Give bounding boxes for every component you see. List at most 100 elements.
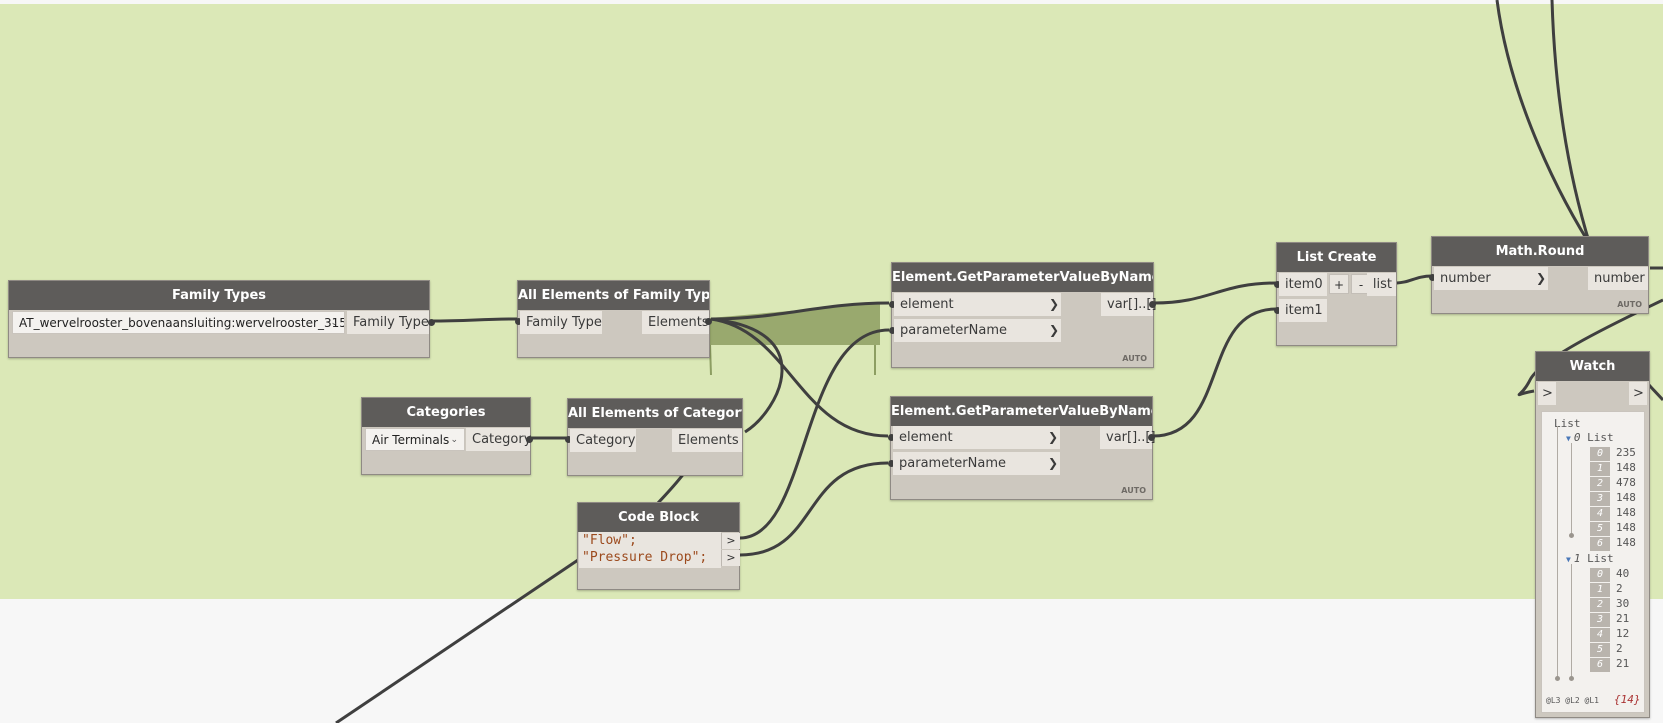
chevron-right-icon: ❯ — [1047, 456, 1058, 470]
item-value: 148 — [1616, 536, 1636, 549]
node-math-round[interactable]: Math.Round number ❯ number AUTO — [1429, 236, 1649, 314]
dropdown-value: AT_wervelrooster_bovenaansluiting:wervel… — [19, 316, 345, 330]
node-title: All Elements of Category — [568, 399, 742, 428]
output-port-dot[interactable] — [526, 436, 533, 443]
node-code-block[interactable]: Code Block "Flow"; "Pressure Drop"; > > — [577, 502, 740, 590]
chevron-right-icon: ❯ — [1535, 271, 1546, 285]
watch-item: 1 148 — [1590, 461, 1636, 476]
output-port-var[interactable]: var[]..[] — [1101, 293, 1157, 316]
output-port-elements[interactable]: Elements — [642, 311, 709, 334]
output-port-dot[interactable] — [1149, 301, 1156, 308]
node-list-create[interactable]: List Create item0 + - list item1 — [1274, 242, 1397, 346]
watch-item: 6 21 — [1590, 657, 1630, 672]
watch-output-port[interactable]: > — [1629, 382, 1647, 405]
sublist-index: 1 — [1573, 552, 1581, 565]
sublist-index: 0 — [1573, 431, 1581, 444]
watch-item: 2 478 — [1590, 476, 1636, 491]
collapse-triangle-icon[interactable]: ▼ — [1566, 434, 1571, 443]
item-index: 5 — [1590, 522, 1610, 536]
sublist-label: List — [1587, 431, 1614, 444]
dynamo-canvas[interactable]: Family Types AT_wervelrooster_bovenaansl… — [0, 0, 1663, 723]
input-port-element[interactable]: element ❯ — [893, 426, 1060, 449]
item-value: 148 — [1616, 521, 1636, 534]
output-port-category[interactable]: Category — [466, 428, 531, 451]
watch-item: 4 12 — [1590, 627, 1630, 642]
output-port-dot[interactable] — [705, 318, 712, 325]
node-all-elements-family-type[interactable]: All Elements of Family Type Family Type … — [515, 280, 712, 358]
node-all-elements-category[interactable]: All Elements of Category Category Elemen… — [565, 398, 743, 476]
watch-tree-view[interactable]: List ▼ 0 List 0 235 1 148 2 478 3 148 4 148 51… — [1541, 411, 1645, 713]
node-get-parameter-2[interactable]: Element.GetParameterValueByName element … — [888, 396, 1156, 500]
input-port-item1[interactable]: item1 — [1279, 299, 1327, 322]
output-port-list[interactable]: list — [1367, 273, 1396, 296]
chevron-down-icon: ⌄ — [330, 318, 338, 328]
item-value: 148 — [1616, 506, 1636, 519]
lacing-label[interactable]: AUTO — [1122, 354, 1147, 363]
watch-item: 5 148 — [1590, 521, 1636, 536]
node-title: List Create — [1277, 243, 1396, 272]
output-port-var[interactable]: var[]..[] — [1100, 426, 1156, 449]
code-output-port-2[interactable]: > — [721, 550, 740, 566]
chevron-down-icon: ⌄ — [450, 435, 458, 445]
item-value: 30 — [1616, 597, 1630, 610]
node-get-parameter-1[interactable]: Element.GetParameterValueByName element … — [889, 262, 1157, 368]
tree-bead — [1555, 676, 1560, 681]
input-port-item0[interactable]: item0 — [1279, 273, 1327, 296]
family-type-dropdown[interactable]: AT_wervelrooster_bovenaansluiting:wervel… — [12, 311, 345, 334]
input-port-element[interactable]: element ❯ — [894, 293, 1061, 316]
node-watch[interactable]: Watch > > List ▼ 0 List 0 235 1 148 2 478 31… — [1535, 351, 1650, 718]
watch-sublist-1[interactable]: ▼ 1 List — [1566, 552, 1614, 566]
lacing-label[interactable]: AUTO — [1617, 300, 1642, 309]
item-value: 12 — [1616, 627, 1630, 640]
output-port-number[interactable]: number — [1588, 267, 1648, 290]
item-index: 1 — [1590, 583, 1610, 597]
code-output-port-1[interactable]: > — [721, 533, 740, 549]
code-line-1[interactable]: "Flow"; — [582, 533, 637, 548]
item-value: 2 — [1616, 582, 1623, 595]
node-categories[interactable]: Categories Air Terminals ⌄ Category — [361, 397, 533, 475]
item-index: 3 — [1590, 613, 1610, 627]
node-family-types[interactable]: Family Types AT_wervelrooster_bovenaansl… — [8, 280, 435, 358]
input-port-parameter-name[interactable]: parameterName ❯ — [894, 319, 1061, 342]
node-title: Code Block — [578, 503, 739, 532]
item-index: 5 — [1590, 643, 1610, 657]
node-title: All Elements of Family Type — [518, 281, 709, 310]
tree-line — [1571, 443, 1572, 535]
watch-item: 0 40 — [1590, 567, 1630, 582]
add-input-button[interactable]: + — [1329, 274, 1349, 294]
input-port-family-type[interactable]: Family Type — [520, 311, 602, 334]
item-value: 148 — [1616, 491, 1636, 504]
input-port-number[interactable]: number ❯ — [1434, 267, 1548, 290]
watch-item: 2 30 — [1590, 597, 1630, 612]
item-index: 4 — [1590, 507, 1610, 521]
input-port-parameter-name[interactable]: parameterName ❯ — [893, 452, 1060, 475]
watch-count: {14} — [1614, 693, 1641, 706]
item-value: 21 — [1616, 657, 1630, 670]
item-index: 0 — [1590, 447, 1610, 461]
watch-item: 4 148 — [1590, 506, 1636, 521]
input-port-category[interactable]: Category — [570, 429, 636, 452]
output-port-family-type[interactable]: Family Type — [347, 311, 429, 334]
item-index: 0 — [1590, 568, 1610, 582]
output-port-elements[interactable]: Elements — [672, 429, 742, 452]
tree-line — [1557, 426, 1558, 678]
node-title: Categories — [362, 398, 530, 427]
node-title: Watch — [1536, 352, 1649, 381]
port-label: parameterName — [900, 323, 1007, 338]
code-line-2[interactable]: "Pressure Drop"; — [582, 550, 707, 565]
watch-item: 6 148 — [1590, 536, 1636, 551]
watch-sublist-0[interactable]: ▼ 0 List — [1566, 431, 1614, 445]
tree-line — [1571, 564, 1572, 678]
output-port-dot[interactable] — [1148, 434, 1155, 441]
lacing-label[interactable]: AUTO — [1121, 486, 1146, 495]
item-value: 235 — [1616, 446, 1636, 459]
watch-input-port[interactable]: > — [1538, 382, 1556, 405]
watch-levels[interactable]: @L3 @L2 @L1 — [1546, 694, 1599, 708]
port-label: parameterName — [899, 456, 1006, 471]
output-port-dot[interactable] — [428, 319, 435, 326]
item-value: 40 — [1616, 567, 1630, 580]
category-dropdown[interactable]: Air Terminals ⌄ — [365, 428, 465, 451]
watch-item: 52 — [1590, 642, 1623, 657]
port-label: number — [1440, 271, 1491, 286]
collapse-triangle-icon[interactable]: ▼ — [1566, 555, 1571, 564]
